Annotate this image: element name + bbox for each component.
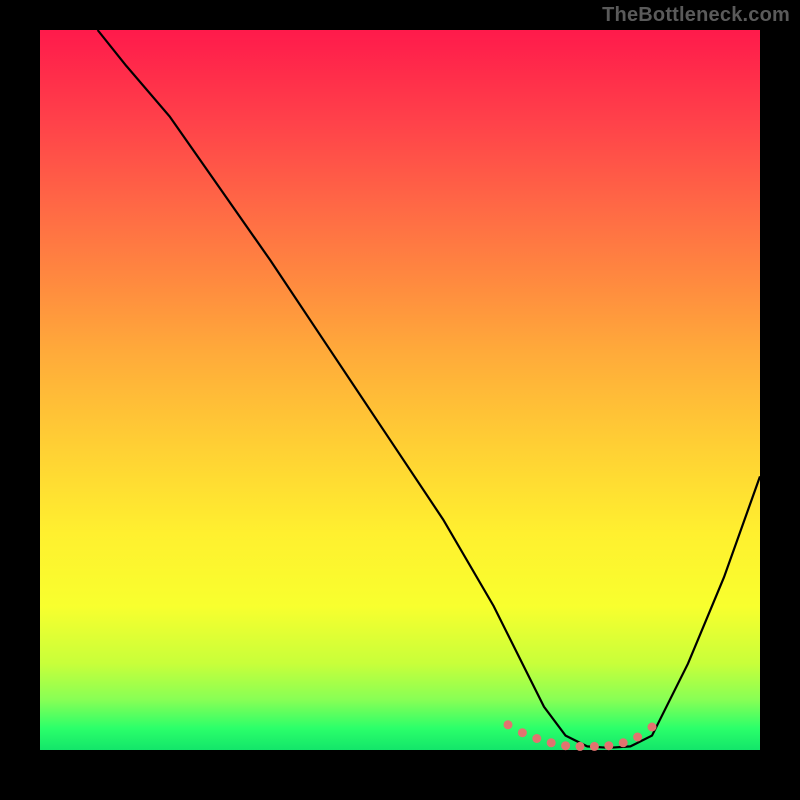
highlight-dot: [518, 728, 527, 737]
highlight-dot: [619, 738, 628, 747]
highlight-dot: [561, 741, 570, 750]
highlight-dot: [604, 741, 613, 750]
bottleneck-curve-path: [98, 30, 760, 748]
highlight-dot: [532, 734, 541, 743]
highlight-dot: [648, 723, 657, 732]
plot-area: [40, 30, 760, 750]
watermark-text: TheBottleneck.com: [602, 4, 790, 27]
chart-frame: TheBottleneck.com: [0, 0, 800, 800]
highlight-dot: [504, 720, 513, 729]
highlight-dot: [633, 733, 642, 742]
highlight-dot: [590, 742, 599, 751]
highlight-dot: [576, 742, 585, 751]
curve-svg: [40, 30, 760, 750]
highlight-dot: [547, 738, 556, 747]
highlight-dots-group: [504, 720, 657, 751]
